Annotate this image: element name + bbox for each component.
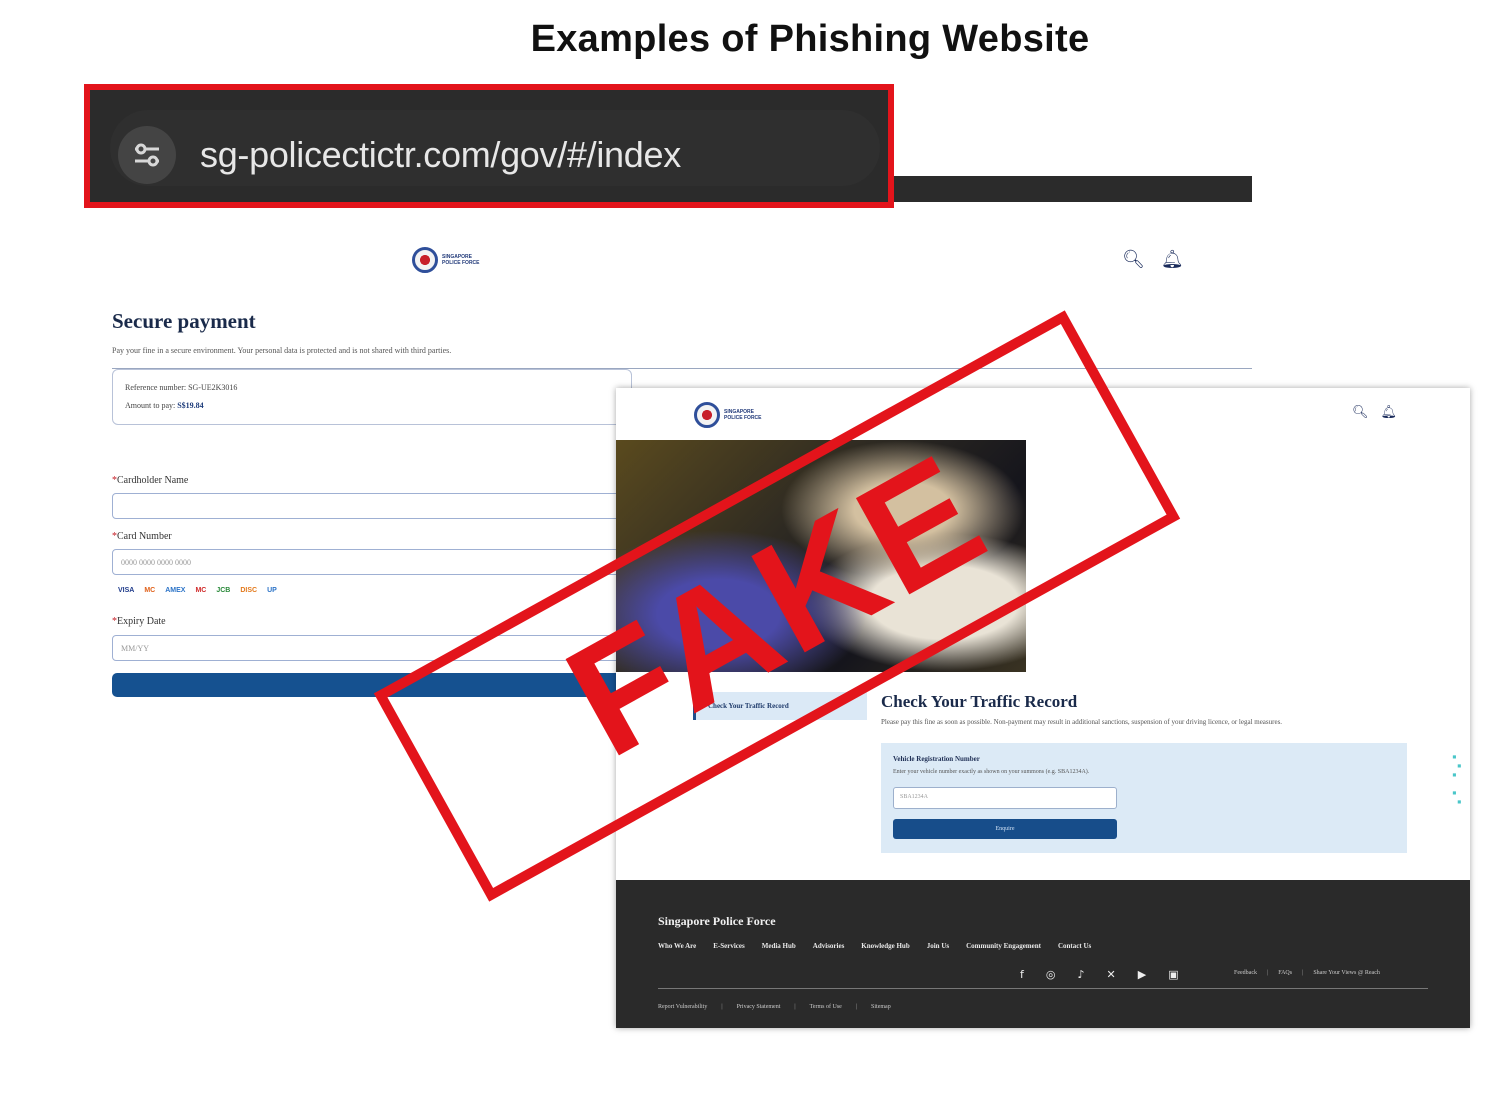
- vehicle-field-label: Vehicle Registration Number: [893, 755, 980, 763]
- reference-card: Reference number: SG-UE2K3016 Amount to …: [112, 369, 632, 425]
- footer-nav-item[interactable]: E-Services: [713, 942, 745, 950]
- vehicle-form: Vehicle Registration Number Enter your v…: [881, 743, 1407, 853]
- visa-icon: VISA: [118, 587, 135, 594]
- reference-value: SG-UE2K3016: [188, 383, 238, 392]
- payment-title: Secure payment: [112, 309, 256, 333]
- card-logos: VISA MC AMEX MC JCB DISC UP: [118, 587, 277, 594]
- amex-icon: AMEX: [165, 587, 186, 594]
- tiktok-icon[interactable]: ♪: [1077, 968, 1084, 981]
- footer-nav-item[interactable]: Community Engagement: [966, 942, 1041, 950]
- tune-settings-icon[interactable]: [118, 126, 176, 184]
- spf-logo[interactable]: SINGAPORE POLICE FORCE: [694, 402, 776, 428]
- feedback-link[interactable]: Feedback: [1234, 970, 1257, 976]
- amount-line: Amount to pay: S$19.84: [125, 401, 204, 410]
- terms-of-use-link[interactable]: Terms of Use: [810, 1004, 842, 1010]
- footer-nav-item[interactable]: Knowledge Hub: [861, 942, 909, 950]
- card-number-label: *Card Number: [112, 531, 172, 542]
- vehicle-number-input[interactable]: SBA1234A: [893, 787, 1117, 809]
- footer-nav: Who We Are E-Services Media Hub Advisori…: [658, 942, 1091, 950]
- enquire-button[interactable]: Enquire: [893, 819, 1117, 839]
- scroll-indicator: ▪ ▪ ▪ ▪ ▪: [1452, 752, 1462, 806]
- logo-text-line2: POLICE FORCE: [724, 415, 762, 421]
- cardholder-input[interactable]: [112, 493, 632, 519]
- sitemap-link[interactable]: Sitemap: [871, 1004, 891, 1010]
- payment-subtitle: Pay your fine in a secure environment. Y…: [112, 346, 452, 355]
- cardholder-label: *Cardholder Name: [112, 475, 189, 486]
- linkedin-icon[interactable]: ▣: [1168, 968, 1178, 981]
- browser-toolbar-strip: [890, 176, 1252, 202]
- reach-link[interactable]: Share Your Views @ Reach: [1313, 970, 1380, 976]
- footer-nav-item[interactable]: Who We Are: [658, 942, 696, 950]
- bell-icon[interactable]: 🔔︎: [1381, 404, 1398, 420]
- footer-bottom-links: Report Vulnerability | Privacy Statement |…: [658, 1004, 891, 1010]
- footer-links: Feedback | FAQs | Share Your Views @ Reach: [1234, 970, 1380, 976]
- privacy-statement-link[interactable]: Privacy Statement: [737, 1004, 781, 1010]
- footer: Singapore Police Force Who We Are E-Serv…: [616, 880, 1470, 1028]
- reference-label: Reference number:: [125, 383, 187, 392]
- social-icons: f ◎ ♪ ✕ ▶ ▣: [1020, 968, 1179, 981]
- footer-nav-item[interactable]: Contact Us: [1058, 942, 1091, 950]
- faqs-link[interactable]: FAQs: [1278, 970, 1292, 976]
- address-bar-highlight: sg-policectictr.com/gov/#/index: [84, 84, 894, 208]
- header-icons: 🔍︎ 🔔︎: [1122, 249, 1184, 270]
- url-text[interactable]: sg-policectictr.com/gov/#/index: [200, 134, 681, 176]
- spf-crest-icon: [412, 247, 438, 273]
- traffic-subtitle: Please pay this fine as soon as possible…: [881, 718, 1283, 726]
- footer-nav-item[interactable]: Join Us: [927, 942, 949, 950]
- report-vulnerability-link[interactable]: Report Vulnerability: [658, 1004, 707, 1010]
- traffic-title: Check Your Traffic Record: [881, 692, 1078, 711]
- unionpay-icon: UP: [267, 587, 277, 594]
- logo-text-line2: POLICE FORCE: [442, 260, 480, 266]
- x-icon[interactable]: ✕: [1107, 968, 1116, 981]
- search-icon[interactable]: 🔍︎: [1352, 404, 1369, 420]
- footer-title: Singapore Police Force: [658, 914, 776, 928]
- instagram-icon[interactable]: ◎: [1046, 968, 1056, 981]
- maestro-icon: MC: [195, 587, 207, 594]
- footer-divider: [658, 988, 1428, 989]
- page-heading: Examples of Phishing Website: [530, 18, 1090, 60]
- youtube-icon[interactable]: ▶: [1138, 968, 1146, 981]
- amount-value: S$19.84: [177, 401, 204, 410]
- card-number-input[interactable]: 0000 0000 0000 0000: [112, 549, 632, 575]
- spf-crest-icon: [694, 402, 720, 428]
- mastercard-icon: MC: [144, 587, 156, 594]
- expiry-label: *Expiry Date: [112, 616, 166, 627]
- vehicle-field-help: Enter your vehicle number exactly as sho…: [893, 769, 1090, 775]
- footer-nav-item[interactable]: Advisories: [813, 942, 845, 950]
- search-icon[interactable]: 🔍︎: [1122, 249, 1145, 270]
- jcb-icon: JCB: [216, 587, 231, 594]
- bell-icon[interactable]: 🔔︎: [1161, 249, 1184, 270]
- header-icons: 🔍︎ 🔔︎: [1352, 404, 1397, 420]
- amount-label: Amount to pay:: [125, 401, 176, 410]
- facebook-icon[interactable]: f: [1020, 968, 1024, 981]
- discover-icon: DISC: [240, 587, 258, 594]
- reference-line: Reference number: SG-UE2K3016: [125, 383, 237, 392]
- footer-nav-item[interactable]: Media Hub: [762, 942, 796, 950]
- spf-logo[interactable]: SINGAPORE POLICE FORCE: [412, 247, 494, 273]
